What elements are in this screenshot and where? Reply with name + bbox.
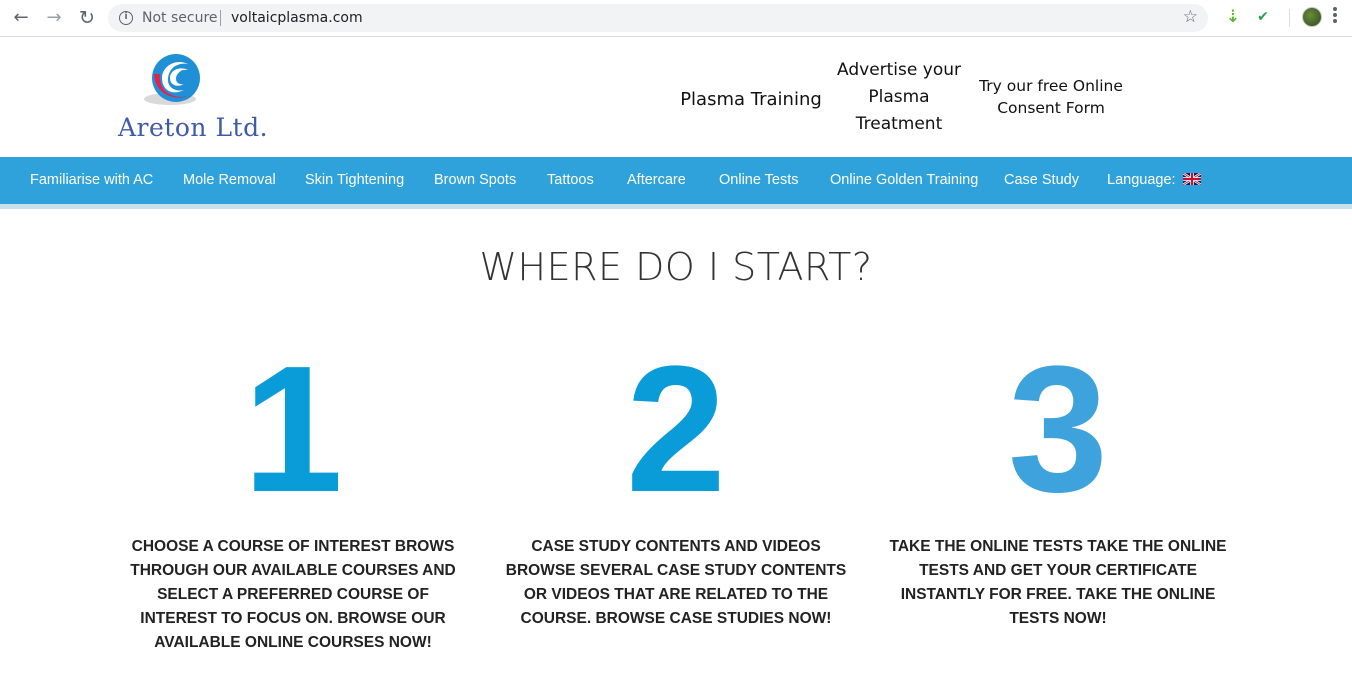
omnibox-divider <box>220 10 221 26</box>
address-bar[interactable]: i Not secure voltaicplasma.com ☆ <box>108 4 1208 32</box>
step-number: 1 <box>242 329 344 530</box>
nav-item-brown-spots[interactable]: Brown Spots <box>434 157 516 204</box>
profile-avatar[interactable] <box>1302 7 1322 27</box>
browser-toolbar: ← → ↻ i Not secure voltaicplasma.com ☆ ⇣… <box>0 0 1352 37</box>
step-description: CASE STUDY CONTENTS AND VIDEOS BROWSE SE… <box>505 538 847 627</box>
nav-item-familiarise[interactable]: Familiarise with AC <box>30 157 153 204</box>
main-nav: Familiarise with AC Mole Removal Skin Ti… <box>0 157 1352 204</box>
page-title: WHERE DO I START? <box>479 245 873 289</box>
step-card-1: 1 CHOOSE A COURSE OF INTEREST BROWS THRO… <box>118 329 468 655</box>
step-number: 2 <box>625 329 727 530</box>
step-description: TAKE THE ONLINE TESTS TAKE THE ONLINE TE… <box>889 538 1227 627</box>
nav-underline <box>0 204 1352 209</box>
language-label: Language: <box>1107 172 1176 188</box>
download-extension-icon[interactable]: ⇣ <box>1224 8 1242 26</box>
nav-item-mole-removal[interactable]: Mole Removal <box>183 157 276 204</box>
nav-item-language[interactable]: Language: <box>1107 157 1201 204</box>
leaf-extension-icon[interactable]: ✔ <box>1254 8 1272 26</box>
url-text[interactable]: voltaicplasma.com <box>231 10 363 26</box>
info-icon[interactable]: i <box>119 11 133 25</box>
site-logo[interactable]: Areton Ltd. <box>118 49 268 144</box>
menu-kebab-icon[interactable] <box>1332 7 1338 27</box>
step-number: 3 <box>1007 329 1109 530</box>
nav-item-online-golden-training[interactable]: Online Golden Training <box>830 157 978 204</box>
logo-text: Areton Ltd. <box>118 113 269 142</box>
nav-item-aftercare[interactable]: Aftercare <box>627 157 686 204</box>
nav-item-online-tests[interactable]: Online Tests <box>719 157 799 204</box>
site-header: Areton Ltd. Plasma Training Advertise yo… <box>0 37 1352 157</box>
nav-item-tattoos[interactable]: Tattoos <box>547 157 594 204</box>
back-arrow-icon[interactable]: ← <box>9 6 33 30</box>
toolbar-divider <box>1289 9 1290 27</box>
nav-item-case-study[interactable]: Case Study <box>1004 157 1079 204</box>
uk-flag-icon <box>1182 173 1201 185</box>
logo-swirl-icon <box>144 54 200 105</box>
advertise-link[interactable]: Advertise your Plasma Treatment <box>836 57 962 138</box>
plasma-training-link[interactable]: Plasma Training <box>676 89 826 110</box>
step-description: CHOOSE A COURSE OF INTEREST BROWS THROUG… <box>130 538 456 651</box>
consent-form-link[interactable]: Try our free Online Consent Form <box>975 75 1127 119</box>
step-card-3: 3 TAKE THE ONLINE TESTS TAKE THE ONLINE … <box>883 329 1233 631</box>
forward-arrow-icon[interactable]: → <box>42 6 66 30</box>
star-icon[interactable]: ☆ <box>1183 7 1198 27</box>
security-label: Not secure <box>142 10 218 26</box>
nav-item-skin-tightening[interactable]: Skin Tightening <box>305 157 404 204</box>
step-card-2: 2 CASE STUDY CONTENTS AND VIDEOS BROWSE … <box>501 329 851 631</box>
reload-icon[interactable]: ↻ <box>75 6 99 30</box>
